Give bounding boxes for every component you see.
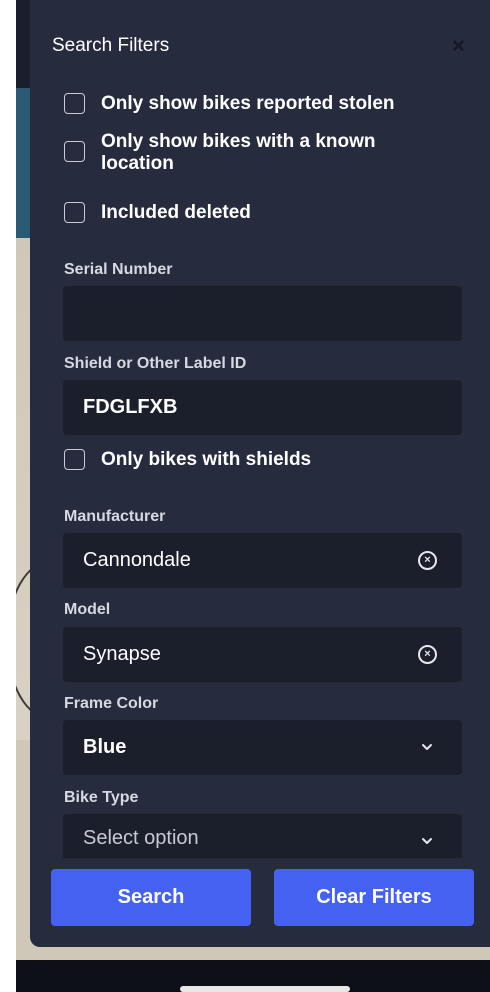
- checkbox-row-shields[interactable]: Only bikes with shields: [64, 449, 441, 471]
- checkbox-deleted-label: Included deleted: [101, 202, 251, 223]
- shield-id-value: FDGLFXB: [83, 396, 178, 418]
- frame-color-value: Blue: [83, 736, 127, 758]
- checkbox-deleted[interactable]: [64, 202, 85, 223]
- manufacturer-value: Cannondale: [83, 549, 191, 571]
- checkbox-shields[interactable]: [64, 449, 85, 470]
- chevron-down-icon: [422, 744, 432, 750]
- frame-color-label: Frame Color: [64, 695, 159, 712]
- manufacturer-clear-icon[interactable]: ×: [418, 551, 437, 570]
- search-filters-panel: Search Filters × Only show bikes reporte…: [30, 0, 490, 947]
- serial-number-label: Serial Number: [64, 261, 173, 278]
- shield-id-label: Shield or Other Label ID: [64, 355, 247, 372]
- search-button[interactable]: Search: [51, 869, 251, 926]
- clear-filters-button[interactable]: Clear Filters: [274, 869, 474, 926]
- panel-title: Search Filters: [52, 35, 170, 56]
- model-label: Model: [64, 601, 111, 618]
- shield-id-input[interactable]: FDGLFXB: [63, 380, 462, 435]
- home-indicator: [180, 986, 350, 992]
- serial-number-input[interactable]: [63, 286, 462, 341]
- chevron-down-icon: [422, 838, 432, 844]
- checkbox-row-deleted[interactable]: Included deleted: [64, 202, 441, 224]
- checkbox-stolen-label: Only show bikes reported stolen: [101, 93, 395, 114]
- manufacturer-select[interactable]: Cannondale ×: [63, 533, 462, 588]
- bike-type-label: Bike Type: [64, 789, 139, 806]
- checkbox-location[interactable]: [64, 141, 85, 162]
- checkbox-location-label: Only show bikes with a known location: [101, 131, 376, 174]
- frame-color-select[interactable]: Blue: [63, 720, 462, 775]
- bike-type-select[interactable]: Select option: [63, 814, 462, 858]
- checkbox-stolen[interactable]: [64, 93, 85, 114]
- bike-type-placeholder: Select option: [83, 827, 199, 849]
- checkbox-row-location[interactable]: Only show bikes with a known location: [64, 131, 431, 175]
- panel-header: Search Filters ×: [52, 30, 490, 62]
- model-clear-icon[interactable]: ×: [418, 645, 437, 664]
- model-select[interactable]: Synapse ×: [63, 627, 462, 682]
- checkbox-shields-label: Only bikes with shields: [101, 449, 312, 470]
- checkbox-row-stolen[interactable]: Only show bikes reported stolen: [64, 93, 441, 115]
- close-icon[interactable]: ×: [452, 34, 465, 58]
- model-value: Synapse: [83, 643, 161, 665]
- manufacturer-label: Manufacturer: [64, 508, 166, 525]
